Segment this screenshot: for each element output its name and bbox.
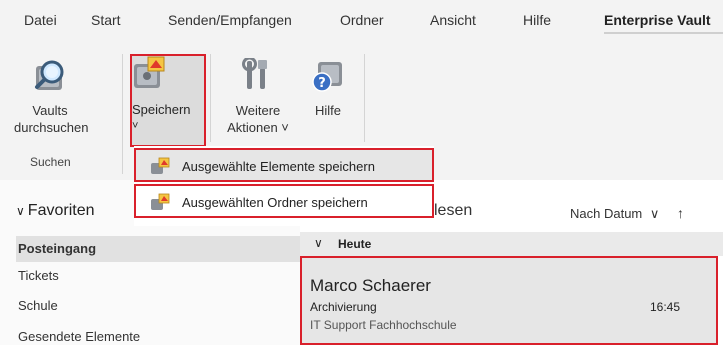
ribbon-separator — [210, 54, 211, 142]
tab-enterprise-vault[interactable]: Enterprise Vault — [604, 12, 711, 28]
help-label: Hilfe — [314, 103, 341, 118]
tab-ordner[interactable]: Ordner — [340, 12, 384, 28]
vault-search-icon — [35, 60, 64, 90]
menu-item-label: Ausgewählten Ordner speichern — [182, 195, 368, 210]
more-actions-label-2: Aktionen ˅ — [227, 120, 289, 135]
tab-start[interactable]: Start — [91, 12, 121, 28]
menu-item-save-selected-items[interactable]: Ausgewählte Elemente speichern — [134, 148, 434, 182]
filter-unread-partial[interactable]: lesen — [434, 202, 472, 220]
chevron-down-icon: ∨ — [16, 204, 25, 218]
menu-item-save-selected-folder[interactable]: Ausgewählten Ordner speichern — [134, 184, 434, 218]
tools-icon — [242, 58, 267, 89]
mail-list-item[interactable]: Marco Schaerer Archivierung 16:45 IT Sup… — [300, 256, 718, 345]
more-actions-label-1: Weitere — [235, 103, 281, 118]
vault-help-icon: ? — [312, 62, 342, 92]
group-label-suchen: Suchen — [30, 155, 71, 169]
save-folder-icon — [151, 193, 170, 210]
sort-dropdown[interactable]: Nach Datum ∨ ↑ — [570, 205, 684, 222]
folder-inbox[interactable]: Posteingang — [16, 236, 300, 262]
vaults-search-label-1: Vaults — [32, 103, 68, 118]
chevron-down-icon: ∨ — [314, 236, 323, 250]
mail-subject: Archivierung — [310, 300, 377, 314]
menu-item-label: Ausgewählte Elemente speichern — [182, 159, 375, 174]
folder-sent[interactable]: Gesendete Elemente — [18, 324, 300, 350]
save-button[interactable]: Speichern ˅ — [130, 54, 206, 147]
group-label: Heute — [338, 237, 372, 251]
folder-schule[interactable]: Schule — [18, 293, 300, 319]
menu-tab-bar: Datei Start Senden/Empfangen Ordner Ansi… — [0, 0, 723, 38]
sort-direction-icon[interactable]: ↑ — [677, 205, 684, 221]
save-chevron-icon: ˅ — [132, 120, 139, 132]
vaults-search-button[interactable]: Vaults durchsuchen — [14, 54, 89, 144]
tab-hilfe[interactable]: Hilfe — [523, 12, 551, 28]
mail-sender: Marco Schaerer — [310, 276, 431, 295]
tab-ansicht[interactable]: Ansicht — [430, 12, 476, 28]
sort-label: Nach Datum — [570, 206, 643, 221]
save-dropdown-menu: Ausgewählte Elemente speichern Ausgewähl… — [134, 146, 434, 226]
mail-preview: IT Support Fachhochschule — [310, 318, 457, 332]
mail-time: 16:45 — [649, 300, 680, 314]
svg-text:?: ? — [318, 76, 326, 91]
more-actions-button[interactable]: Weitere Aktionen ˅ — [220, 54, 296, 144]
ribbon-separator — [122, 54, 123, 174]
save-items-icon — [151, 157, 170, 174]
vault-save-icon — [134, 56, 165, 88]
tab-senden-empfangen[interactable]: Senden/Empfangen — [168, 12, 292, 28]
save-label: Speichern — [132, 102, 191, 117]
ribbon-separator — [364, 54, 365, 142]
favorites-header[interactable]: ∨ Favoriten — [16, 202, 95, 220]
vaults-search-label-2: durchsuchen — [14, 120, 89, 135]
group-header-today[interactable]: ∨ Heute — [300, 232, 723, 256]
tab-datei[interactable]: Datei — [24, 12, 57, 28]
favorites-label: Favoriten — [27, 202, 95, 219]
chevron-down-icon: ∨ — [649, 206, 660, 221]
folder-tickets[interactable]: Tickets — [18, 263, 300, 289]
active-tab-indicator — [604, 32, 723, 34]
help-button[interactable]: ? Hilfe — [300, 54, 356, 124]
